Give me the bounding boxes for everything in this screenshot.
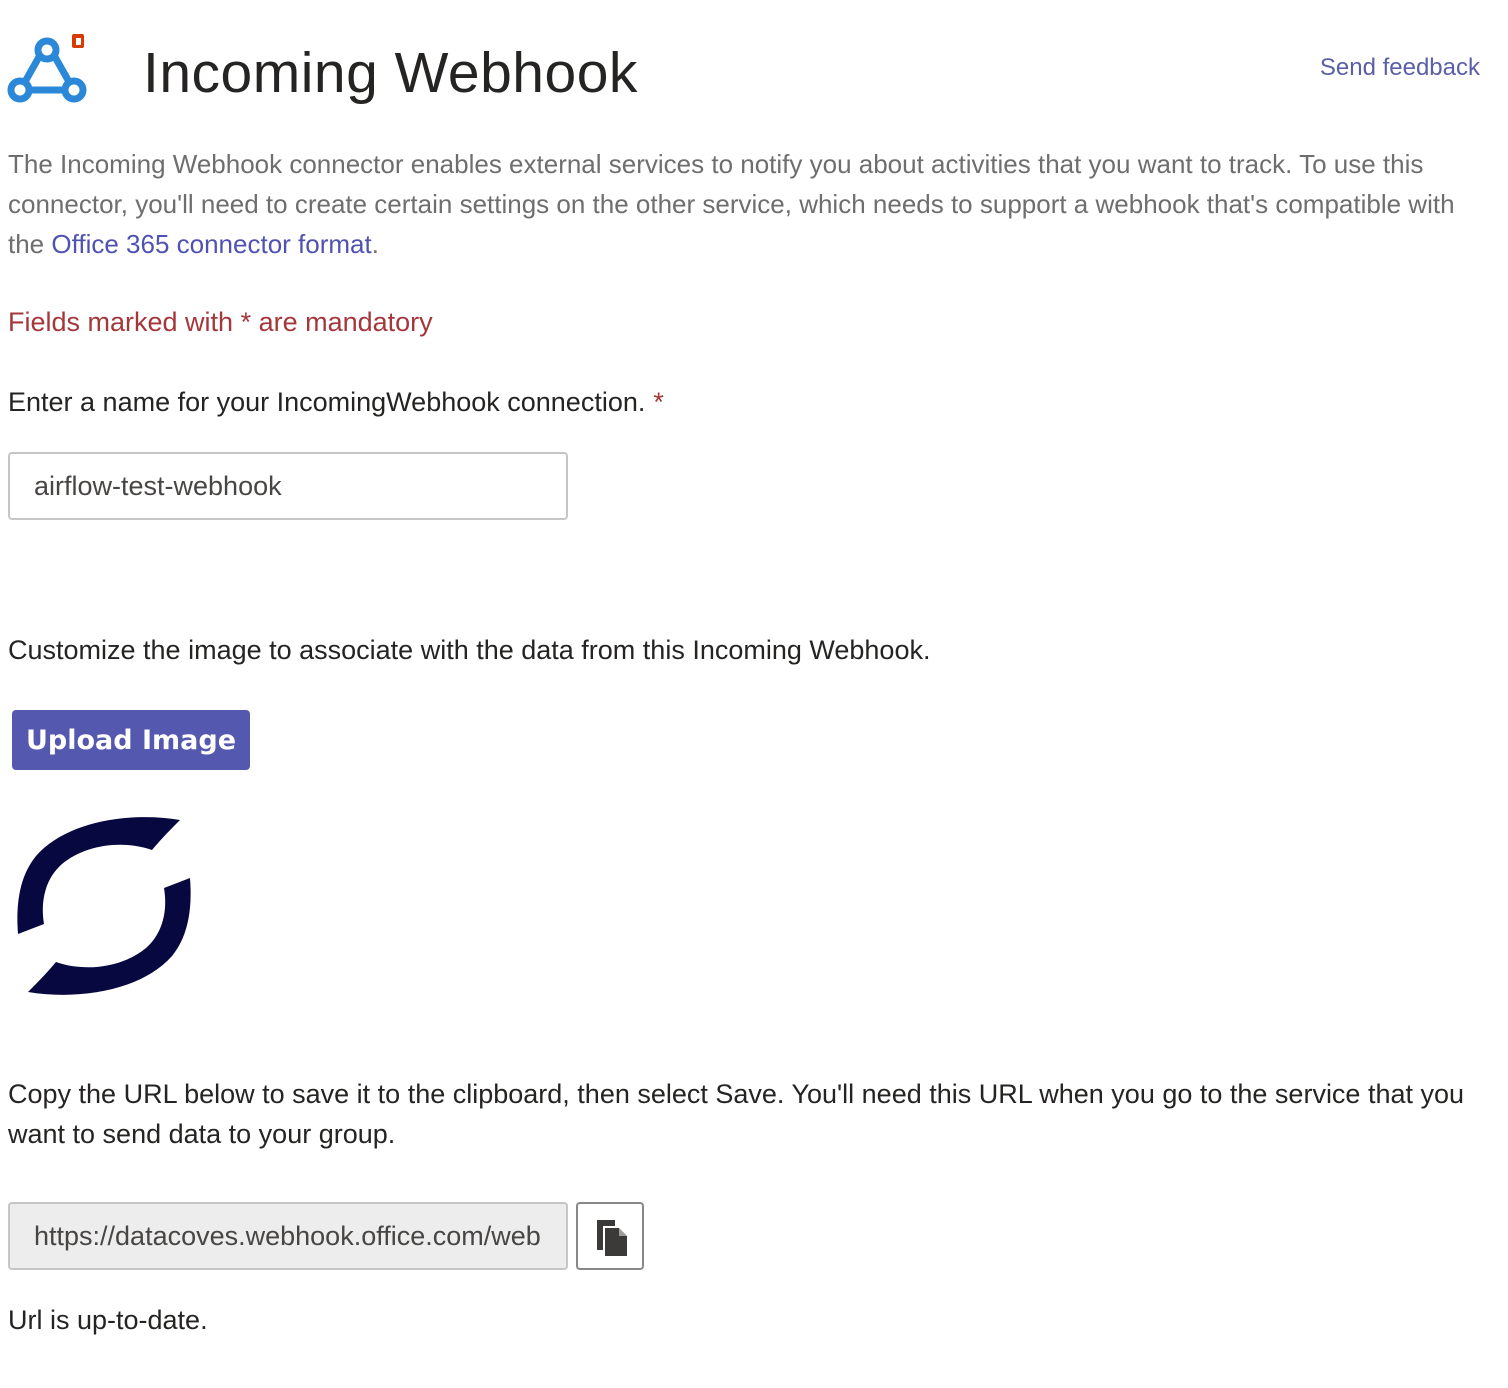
copy-icon	[597, 1220, 627, 1256]
description: The Incoming Webhook connector enables e…	[8, 144, 1488, 264]
upload-image-button[interactable]: Upload Image	[12, 710, 250, 770]
description-suffix: .	[371, 229, 379, 259]
copy-url-button[interactable]	[576, 1202, 644, 1270]
copy-instructions: Copy the URL below to save it to the cli…	[8, 1079, 1465, 1149]
sync-logo-icon	[12, 816, 196, 1000]
mandatory-note: Fields marked with * are mandatory	[8, 307, 433, 337]
webhook-url-field[interactable]	[8, 1202, 568, 1270]
required-marker: *	[653, 387, 664, 417]
url-status: Url is up-to-date.	[8, 1305, 208, 1335]
connector-format-link[interactable]: Office 365 connector format	[51, 229, 371, 259]
page-title: Incoming Webhook	[143, 41, 638, 105]
send-feedback-link[interactable]: Send feedback	[1320, 54, 1480, 82]
connection-name-input[interactable]	[8, 452, 568, 520]
name-label-text: Enter a name for your IncomingWebhook co…	[8, 387, 646, 417]
name-label: Enter a name for your IncomingWebhook co…	[8, 384, 664, 420]
header: Incoming Webhook Send feedback	[0, 0, 1508, 130]
image-label: Customize the image to associate with th…	[8, 635, 931, 665]
webhook-icon	[6, 30, 90, 110]
